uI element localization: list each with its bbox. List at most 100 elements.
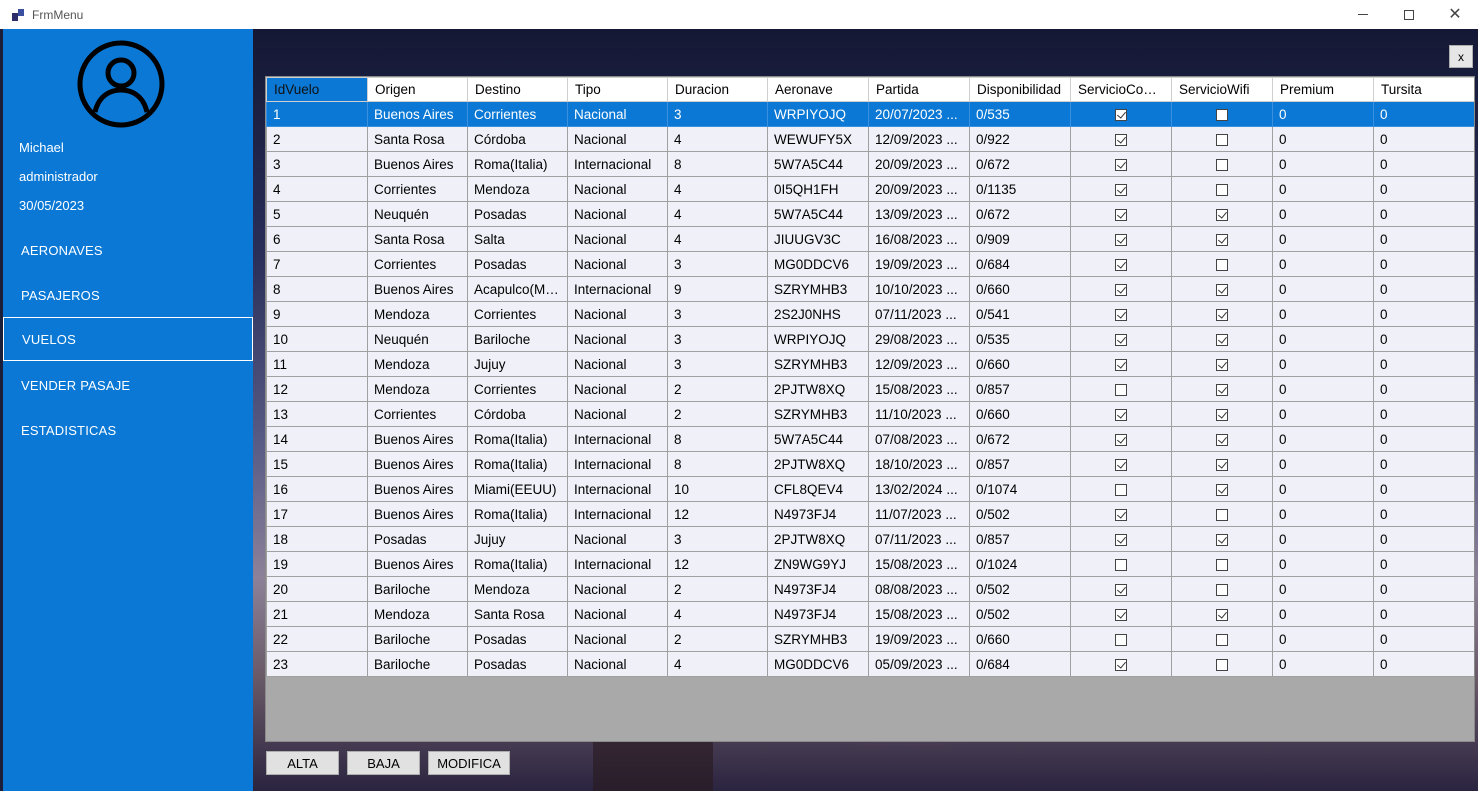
table-row[interactable]: 18 Posadas Jujuy Nacional 3 2PJTW8XQ 07/11/202… [266, 526, 1474, 552]
table-cell [1171, 576, 1273, 602]
checkbox-checked[interactable] [1216, 408, 1228, 421]
checkbox-checked[interactable] [1115, 258, 1127, 271]
checkbox-unchecked[interactable] [1115, 558, 1127, 571]
checkbox-checked[interactable] [1216, 483, 1228, 496]
checkbox-checked[interactable] [1115, 308, 1127, 321]
checkbox-checked[interactable] [1216, 208, 1228, 221]
table-row[interactable]: 23 Bariloche Posadas Nacional 4 MG0DDCV6 05/09… [266, 651, 1474, 677]
table-cell: 0 [1272, 601, 1374, 627]
column-header[interactable]: Tipo [567, 77, 668, 102]
checkbox-checked[interactable] [1115, 133, 1127, 146]
column-header[interactable]: IdVuelo [266, 77, 368, 102]
table-row[interactable]: 3 Buenos Aires Roma(Italia) Internacional 8 5… [266, 151, 1474, 177]
table-row[interactable]: 7 Corrientes Posadas Nacional 3 MG0DDCV6 19/09… [266, 251, 1474, 277]
table-row[interactable]: 17 Buenos Aires Roma(Italia) Internacional 1… [266, 501, 1474, 527]
checkbox-checked[interactable] [1216, 383, 1228, 396]
checkbox-checked[interactable] [1115, 158, 1127, 171]
checkbox-checked[interactable] [1115, 608, 1127, 621]
table-row[interactable]: 6 Santa Rosa Salta Nacional 4 JIUUGV3C 16/08/2… [266, 226, 1474, 252]
table-row[interactable]: 19 Buenos Aires Roma(Italia) Internacional 1… [266, 551, 1474, 577]
checkbox-unchecked[interactable] [1216, 633, 1228, 646]
table-row[interactable]: 11 Mendoza Jujuy Nacional 3 SZRYMHB3 12/09/202… [266, 351, 1474, 377]
checkbox-checked[interactable] [1115, 458, 1127, 471]
flights-grid[interactable]: IdVuelo Origen Destino Tipo Duracion Aeronave… [265, 76, 1475, 742]
table-cell: SZRYMHB3 [767, 401, 869, 427]
column-header[interactable]: Partida [868, 77, 970, 102]
checkbox-checked[interactable] [1115, 508, 1127, 521]
table-row[interactable]: 9 Mendoza Corrientes Nacional 3 2S2J0NHS 07/11… [266, 301, 1474, 327]
checkbox-checked[interactable] [1216, 333, 1228, 346]
checkbox-unchecked[interactable] [1216, 558, 1228, 571]
checkbox-checked[interactable] [1216, 233, 1228, 246]
column-header[interactable]: Aeronave [767, 77, 869, 102]
modifica-button[interactable]: MODIFICA [428, 751, 510, 775]
checkbox-checked[interactable] [1115, 533, 1127, 546]
table-row[interactable]: 1 Buenos Aires Corrientes Nacional 3 WRPIYOJQ… [266, 101, 1474, 127]
checkbox-checked[interactable] [1115, 183, 1127, 196]
checkbox-checked[interactable] [1216, 308, 1228, 321]
checkbox-unchecked[interactable] [1216, 508, 1228, 521]
table-row[interactable]: 14 Buenos Aires Roma(Italia) Internacional 8… [266, 426, 1474, 452]
checkbox-unchecked[interactable] [1216, 258, 1228, 271]
checkbox-unchecked[interactable] [1216, 183, 1228, 196]
maximize-button[interactable] [1386, 0, 1432, 29]
checkbox-checked[interactable] [1115, 408, 1127, 421]
table-row[interactable]: 22 Bariloche Posadas Nacional 2 SZRYMHB3 19/09… [266, 626, 1474, 652]
checkbox-checked[interactable] [1216, 433, 1228, 446]
nav-vender-pasaje[interactable]: VENDER PASAJE [3, 363, 253, 407]
alta-button[interactable]: ALTA [266, 751, 339, 775]
column-header[interactable]: ServicioComida [1070, 77, 1172, 102]
table-row[interactable]: 8 Buenos Aires Acapulco(Mé... Internacional… [266, 276, 1474, 302]
checkbox-unchecked[interactable] [1216, 658, 1228, 671]
checkbox-checked[interactable] [1115, 658, 1127, 671]
column-header[interactable]: ServicioWifi [1171, 77, 1273, 102]
table-row[interactable]: 16 Buenos Aires Miami(EEUU) Internacional 10… [266, 476, 1474, 502]
checkbox-checked[interactable] [1216, 458, 1228, 471]
checkbox-checked[interactable] [1115, 233, 1127, 246]
column-header[interactable]: Destino [467, 77, 568, 102]
checkbox-unchecked[interactable] [1115, 633, 1127, 646]
checkbox-checked[interactable] [1216, 358, 1228, 371]
checkbox-unchecked[interactable] [1216, 583, 1228, 596]
table-row[interactable]: 5 Neuquén Posadas Nacional 4 5W7A5C44 13/09/20… [266, 201, 1474, 227]
column-header[interactable]: Origen [367, 77, 468, 102]
checkbox-checked[interactable] [1216, 608, 1228, 621]
column-header[interactable]: Duracion [667, 77, 768, 102]
column-header[interactable]: Disponibilidad [969, 77, 1071, 102]
checkbox-checked[interactable] [1216, 283, 1228, 296]
checkbox-checked[interactable] [1115, 283, 1127, 296]
table-cell: Nacional [567, 626, 668, 652]
table-row[interactable]: 4 Corrientes Mendoza Nacional 4 0I5QH1FH 20/09… [266, 176, 1474, 202]
checkbox-checked[interactable] [1115, 333, 1127, 346]
nav-estadisticas[interactable]: ESTADISTICAS [3, 408, 253, 452]
checkbox-checked[interactable] [1115, 358, 1127, 371]
baja-button[interactable]: BAJA [347, 751, 420, 775]
checkbox-unchecked[interactable] [1216, 133, 1228, 146]
checkbox-checked[interactable] [1115, 108, 1127, 121]
checkbox-checked[interactable] [1115, 433, 1127, 446]
checkbox-checked[interactable] [1115, 583, 1127, 596]
column-header[interactable]: Tursita [1373, 77, 1474, 102]
checkbox-unchecked[interactable] [1115, 483, 1127, 496]
table-row[interactable]: 21 Mendoza Santa Rosa Nacional 4 N4973FJ4 15/0… [266, 601, 1474, 627]
table-row[interactable]: 20 Bariloche Mendoza Nacional 2 N4973FJ4 08/08… [266, 576, 1474, 602]
checkbox-checked[interactable] [1216, 533, 1228, 546]
nav-vuelos[interactable]: VUELOS [3, 317, 253, 361]
checkbox-checked[interactable] [1115, 208, 1127, 221]
table-row[interactable]: 10 Neuquén Bariloche Nacional 3 WRPIYOJQ 29/08… [266, 326, 1474, 352]
column-header[interactable]: Premium [1272, 77, 1374, 102]
table-row[interactable]: 15 Buenos Aires Roma(Italia) Internacional 8… [266, 451, 1474, 477]
close-window-button[interactable]: ✕ [1432, 0, 1478, 29]
checkbox-unchecked[interactable] [1216, 158, 1228, 171]
table-cell [1171, 426, 1273, 452]
checkbox-unchecked[interactable] [1115, 383, 1127, 396]
checkbox-unchecked[interactable] [1216, 108, 1228, 121]
nav-pasajeros[interactable]: PASAJEROS [3, 273, 253, 317]
nav-aeronaves[interactable]: AERONAVES [3, 228, 253, 272]
content-close-button[interactable]: x [1449, 45, 1473, 68]
table-cell: 0/857 [969, 451, 1071, 477]
table-row[interactable]: 13 Corrientes Córdoba Nacional 2 SZRYMHB3 11/1… [266, 401, 1474, 427]
table-row[interactable]: 2 Santa Rosa Córdoba Nacional 4 WEWUFY5X 12/09… [266, 126, 1474, 152]
minimize-button[interactable] [1340, 0, 1386, 29]
table-row[interactable]: 12 Mendoza Corrientes Nacional 2 2PJTW8XQ 15/0… [266, 376, 1474, 402]
